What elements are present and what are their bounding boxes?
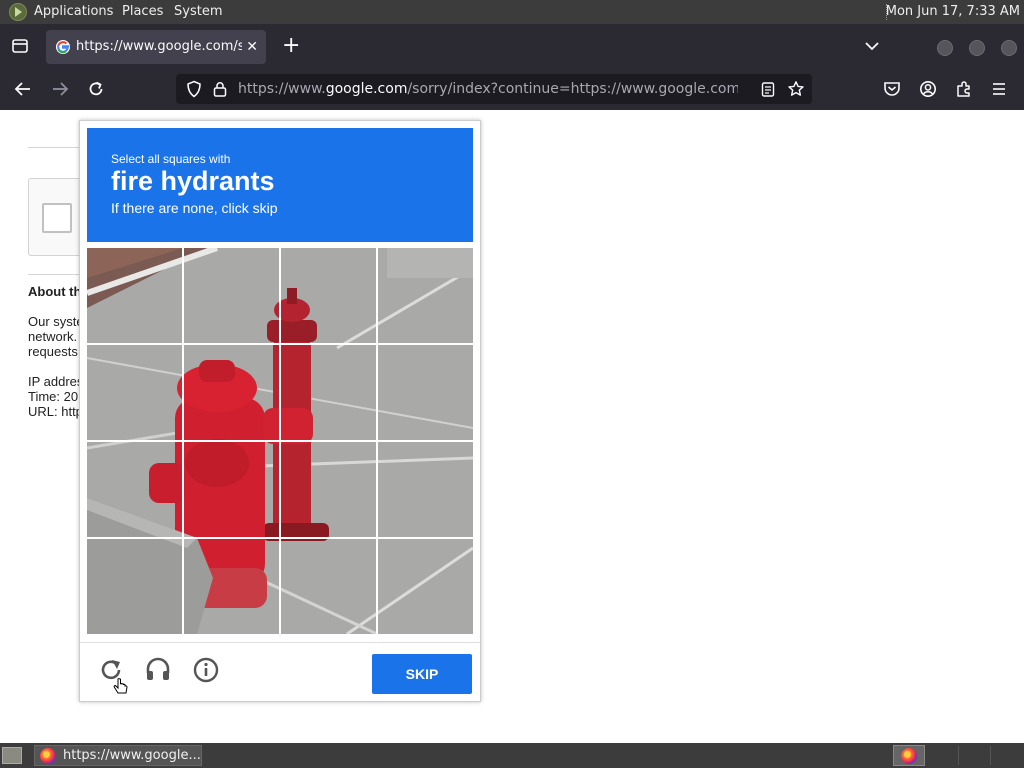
tab-title: https://www.google.com/sorry [76, 39, 242, 54]
firefox-icon [40, 748, 56, 764]
pocket-icon[interactable] [883, 81, 901, 97]
system-panel: Applications Places System Mon Jun 17, 7… [0, 0, 1024, 24]
close-window-button[interactable] [1001, 40, 1017, 56]
bookmark-star-icon[interactable] [787, 80, 805, 98]
about-heading: About th [28, 284, 80, 299]
body-line: Our syste [28, 314, 80, 329]
skip-button[interactable]: SKIP [372, 654, 472, 694]
body-line: requests [28, 344, 78, 359]
grid-tile[interactable] [281, 345, 375, 439]
tab-strip: https://www.google.com/sorry ✕ + [0, 24, 1024, 68]
minimize-button[interactable] [937, 40, 953, 56]
extensions-icon[interactable] [955, 80, 973, 98]
grid-tile[interactable] [281, 248, 375, 342]
tab-list-icon[interactable] [11, 38, 29, 54]
forward-icon[interactable] [51, 81, 69, 97]
new-tab-button[interactable]: + [282, 32, 300, 60]
workspace-switcher[interactable] [893, 745, 925, 766]
clock[interactable]: Mon Jun 17, 7:33 AM [886, 0, 1020, 24]
mouse-cursor-icon [113, 678, 128, 694]
recaptcha-checkbox[interactable] [42, 203, 72, 233]
grid-tile[interactable] [184, 248, 278, 342]
grid-tile[interactable] [378, 345, 472, 439]
grid-tile[interactable] [378, 442, 472, 536]
ip-line: IP addres [28, 374, 80, 389]
taskbar-window-firefox[interactable]: https://www.google... [34, 745, 202, 766]
grid-tile[interactable] [87, 539, 181, 633]
audio-challenge-icon[interactable] [145, 657, 171, 683]
menu-system[interactable]: System [174, 0, 222, 24]
url-bar[interactable]: https://www.google.com/sorry/index?conti… [176, 74, 812, 104]
workspace-divider [958, 746, 959, 765]
challenge-header: Select all squares with fire hydrants If… [87, 128, 473, 242]
distro-logo-icon[interactable] [9, 3, 27, 21]
google-favicon-icon [56, 40, 70, 54]
list-all-tabs-icon[interactable] [864, 40, 880, 52]
reload-icon[interactable] [87, 80, 105, 98]
taskbar-window-title: https://www.google... [63, 748, 201, 763]
back-icon[interactable] [14, 81, 32, 97]
menu-applications[interactable]: Applications [34, 0, 113, 24]
menu-hamburger-icon[interactable] [991, 82, 1007, 96]
grid-tile[interactable] [87, 442, 181, 536]
tab-google[interactable]: https://www.google.com/sorry ✕ [46, 30, 266, 64]
tab-close-icon[interactable]: ✕ [246, 30, 258, 64]
grid-tile[interactable] [87, 248, 181, 342]
taskbar: https://www.google... [0, 743, 1024, 768]
url-line: URL: http [28, 404, 80, 419]
shield-icon[interactable] [186, 80, 202, 98]
workspace-divider [990, 746, 991, 765]
grid-tile[interactable] [184, 442, 278, 536]
info-icon[interactable] [193, 657, 219, 683]
image-grid [87, 248, 473, 634]
recaptcha-challenge: Select all squares with fire hydrants If… [79, 120, 481, 702]
grid-tile[interactable] [87, 345, 181, 439]
hint-text: If there are none, click skip [111, 200, 278, 216]
nav-bar: https://www.google.com/sorry/index?conti… [0, 68, 1024, 110]
firefox-tray-icon [901, 748, 917, 764]
grid-tile[interactable] [281, 539, 375, 633]
target-object: fire hydrants [111, 166, 275, 196]
maximize-button[interactable] [969, 40, 985, 56]
account-icon[interactable] [919, 80, 937, 98]
url-text[interactable]: https://www.google.com/sorry/index?conti… [238, 74, 738, 104]
body-line: network. [28, 329, 78, 344]
time-line: Time: 20 [28, 389, 79, 404]
lock-icon[interactable] [213, 81, 227, 97]
instruction-text: Select all squares with [111, 152, 231, 166]
challenge-footer: SKIP [80, 642, 480, 702]
grid-tile[interactable] [378, 539, 472, 633]
grid-tile[interactable] [281, 442, 375, 536]
grid-tile[interactable] [378, 248, 472, 342]
grid-tile[interactable] [184, 539, 278, 633]
grid-tile[interactable] [184, 345, 278, 439]
reader-view-icon[interactable] [761, 82, 775, 97]
show-desktop-icon[interactable] [2, 747, 22, 764]
menu-places[interactable]: Places [122, 0, 163, 24]
